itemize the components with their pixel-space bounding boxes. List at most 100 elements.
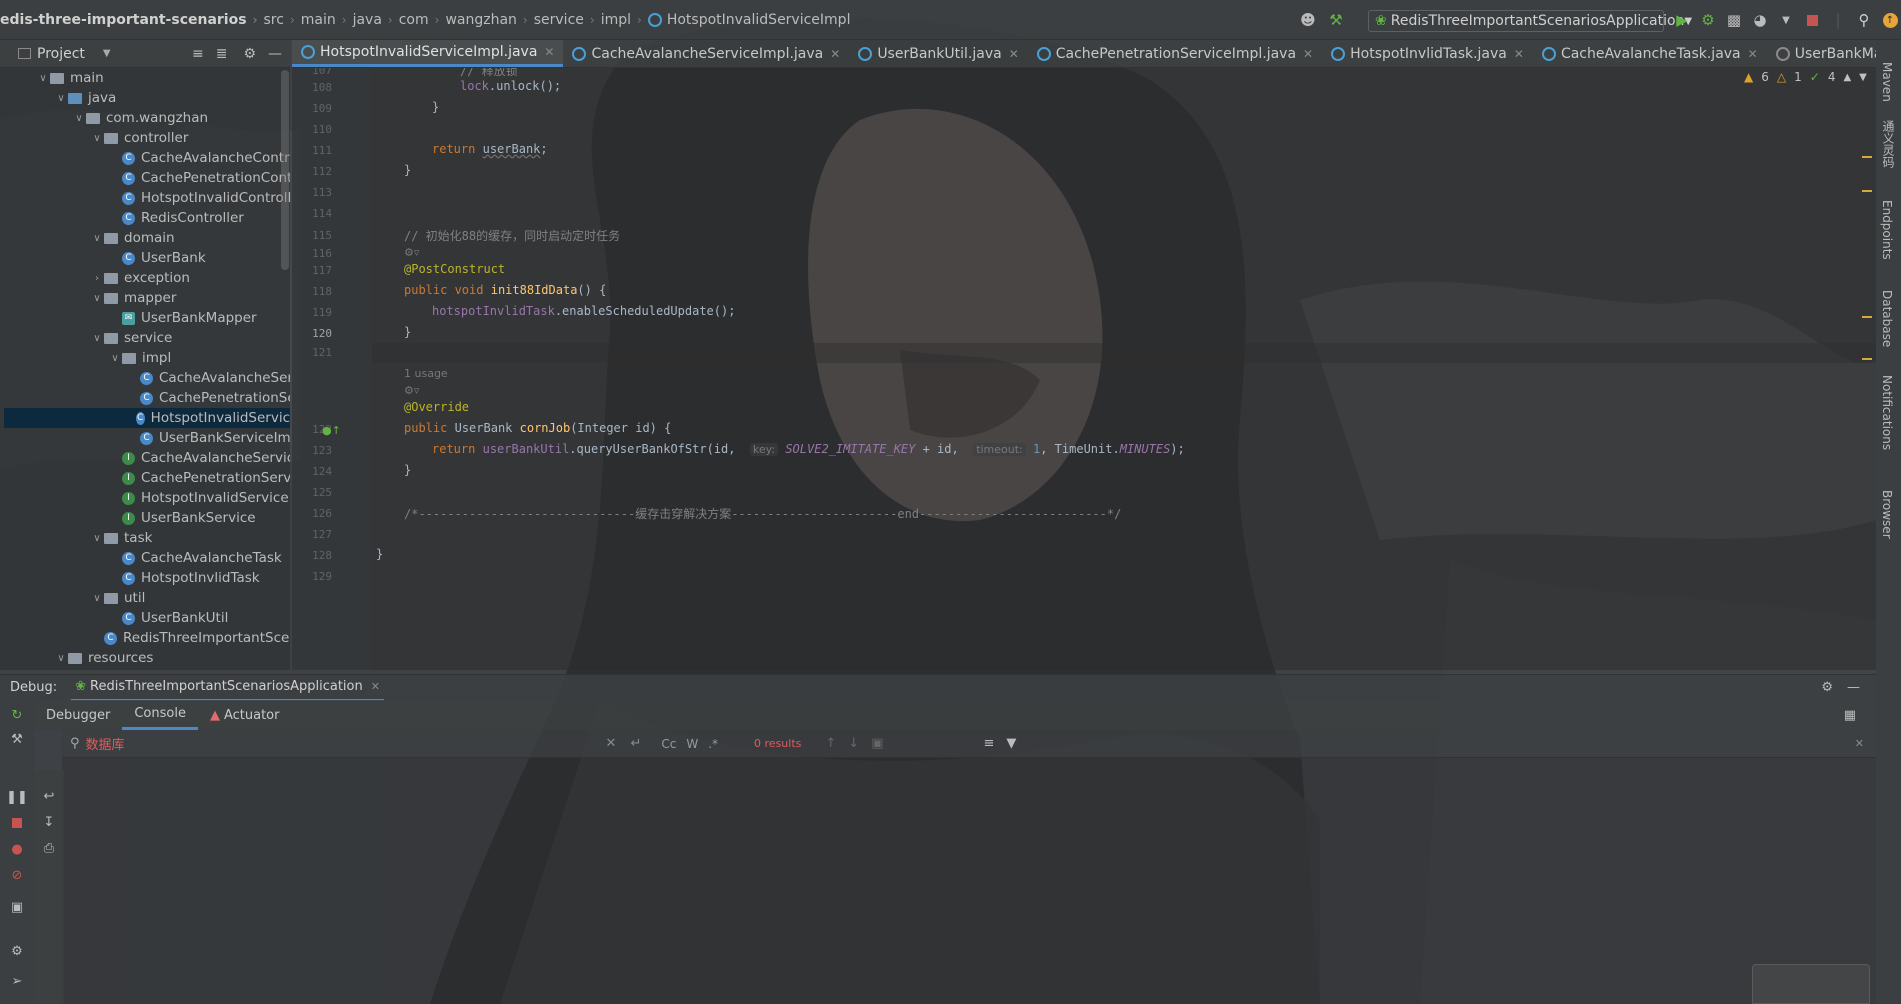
close-icon[interactable]: ✕ — [1855, 737, 1864, 750]
chevron-up-icon[interactable]: ▲ — [1843, 72, 1851, 83]
regex-toggle[interactable]: .* — [708, 737, 718, 751]
tool-browser[interactable]: Browser — [1880, 490, 1894, 539]
gear-icon[interactable]: ⚙ — [9, 943, 25, 959]
tree-item[interactable]: C CachePenetrationContr — [0, 168, 290, 188]
error-stripe-mark[interactable] — [1862, 190, 1872, 192]
build-hammer-icon[interactable]: ⚒ — [1324, 8, 1348, 32]
chevron-down-icon[interactable]: ▼ — [1774, 8, 1798, 32]
soft-wrap-icon[interactable]: ↩ — [41, 788, 57, 804]
tree-item[interactable]: C HotspotInvlidTask — [0, 568, 260, 588]
chevron-down-icon[interactable]: ∨ — [72, 113, 86, 124]
close-icon[interactable]: ✕ — [371, 680, 380, 693]
tree-item[interactable]: I CacheAvalancheService — [0, 448, 290, 468]
tree-item[interactable]: ∨ impl — [0, 348, 171, 368]
minimize-icon[interactable]: — — [1847, 680, 1860, 695]
stop-icon[interactable] — [9, 815, 25, 831]
tree-item[interactable]: I UserBankService — [0, 508, 256, 528]
tool-database[interactable]: Database — [1880, 290, 1894, 347]
breadcrumb-item[interactable]: java › — [353, 12, 399, 28]
floating-panel[interactable] — [1752, 964, 1870, 1004]
words-toggle[interactable]: W — [686, 737, 698, 751]
chevron-down-icon[interactable]: ∨ — [90, 293, 104, 304]
close-icon[interactable]: ✕ — [1303, 47, 1313, 61]
breadcrumb-item[interactable]: com › — [399, 12, 446, 28]
tree-item[interactable]: ∨com.wangzhan.mapper — [0, 668, 265, 670]
breadcrumb-item[interactable]: impl › — [601, 12, 648, 28]
tree-item[interactable]: ∨ service — [0, 328, 172, 348]
tree-item[interactable]: ∨ resources — [0, 648, 153, 668]
implements-gutter-icon[interactable]: ●↑ — [322, 424, 341, 437]
expand-all-icon[interactable]: ≣ — [216, 46, 228, 62]
chevron-down-icon[interactable]: ∨ — [90, 333, 104, 344]
tree-item[interactable]: C UserBankServiceImp — [0, 428, 290, 448]
tree-item[interactable]: ∨ com.wangzhan — [0, 108, 208, 128]
tree-item[interactable]: ∨ controller — [0, 128, 188, 148]
scroll-to-end-icon[interactable]: ↧ — [41, 814, 57, 830]
view-breakpoints-icon[interactable]: ● — [9, 841, 25, 857]
search-input[interactable]: 数据库 — [86, 734, 606, 753]
camera-icon[interactable]: ▣ — [9, 899, 25, 915]
minimize-icon[interactable]: — — [268, 46, 282, 62]
console-output[interactable] — [62, 758, 1876, 1004]
breadcrumb-item[interactable]: wangzhan › — [445, 12, 533, 28]
editor-tab[interactable]: CacheAvalancheServiceImpl.java ✕ — [563, 40, 849, 67]
tree-item[interactable]: › exception — [0, 268, 190, 288]
filter-options-icon[interactable]: ≡ — [984, 736, 995, 751]
next-occurrence-icon[interactable]: ↓ — [848, 736, 859, 751]
tree-item[interactable]: ∨ util — [0, 588, 145, 608]
project-panel-title[interactable]: Project — [37, 46, 85, 62]
previous-occurrence-icon[interactable]: ↑ — [825, 736, 836, 751]
chevron-down-icon[interactable]: ∨ — [108, 353, 122, 364]
tree-item[interactable]: ∨ main — [0, 68, 103, 88]
chevron-down-icon[interactable]: ∨ — [90, 133, 104, 144]
error-stripe-mark[interactable] — [1862, 156, 1872, 158]
select-all-icon[interactable]: ▣ — [871, 736, 883, 751]
chevron-down-icon[interactable]: ∨ — [54, 93, 68, 104]
tree-item[interactable]: C CachePenetrationSe — [0, 388, 290, 408]
editor-tab[interactable]: HotspotInvlidTask.java ✕ — [1322, 40, 1533, 67]
close-icon[interactable]: ✕ — [1009, 47, 1019, 61]
rerun-icon[interactable]: ↻ — [9, 707, 25, 723]
chevron-down-icon[interactable]: ∨ — [36, 73, 50, 84]
chevron-down-icon[interactable]: ∨ — [90, 593, 104, 604]
layout-icon[interactable]: ▦ — [1844, 708, 1856, 723]
close-icon[interactable]: ✕ — [1748, 47, 1758, 61]
tree-item[interactable]: C UserBank — [0, 248, 206, 268]
tool-maven[interactable]: Maven — [1880, 62, 1894, 102]
pause-icon[interactable]: ❚❚ — [6, 789, 28, 805]
profiler-icon[interactable]: ◕ — [1748, 8, 1772, 32]
close-icon[interactable]: ✕ — [544, 45, 554, 59]
update-icon[interactable]: ↑ — [1878, 8, 1901, 32]
tree-item[interactable]: C RedisController — [0, 208, 244, 228]
usage-count-label[interactable]: 1 usage — [404, 366, 448, 380]
chevron-down-icon[interactable]: ∨ — [90, 533, 104, 544]
editor-tab[interactable]: CachePenetrationServiceImpl.java ✕ — [1028, 40, 1322, 67]
clear-icon[interactable]: ✕ — [606, 736, 617, 751]
filter-icon[interactable]: ▼ — [1006, 736, 1016, 751]
gear-icon[interactable]: ⚙ — [1821, 680, 1833, 695]
tree-item[interactable]: C HotspotInvalidServic — [4, 408, 290, 428]
breadcrumb-item[interactable]: main › — [301, 12, 353, 28]
code-lens-icons[interactable]: ⚙▿ — [404, 383, 419, 397]
breadcrumb-item[interactable]: service › — [534, 12, 601, 28]
tool-tongyi[interactable]: 通义灵码 — [1880, 120, 1897, 168]
editor-tab[interactable]: HotspotInvalidServiceImpl.java ✕ — [292, 40, 564, 67]
breadcrumb-item[interactable]: src › — [264, 12, 301, 28]
tree-item[interactable]: ∨ task — [0, 528, 152, 548]
tree-item[interactable]: ✉ UserBankMapper — [0, 308, 257, 328]
new-line-icon[interactable]: ↵ — [630, 736, 641, 751]
pin-icon[interactable]: ➢ — [9, 973, 25, 989]
tree-item[interactable]: I CachePenetrationServic — [0, 468, 290, 488]
tree-scrollbar[interactable] — [281, 70, 289, 270]
tab-debugger[interactable]: Debugger — [34, 700, 122, 730]
breadcrumb-item[interactable]: edis-three-important-scenarios › — [0, 12, 264, 28]
chevron-down-icon[interactable]: ∨ — [54, 653, 68, 664]
debug-session-tab[interactable]: ❀ RedisThreeImportantScenariosApplicatio… — [71, 675, 384, 701]
tree-item[interactable]: C HotspotInvalidControlle — [0, 188, 290, 208]
stop-icon[interactable] — [1800, 8, 1824, 32]
code-lens-icons[interactable]: ⚙▿ — [404, 245, 419, 259]
chevron-right-icon[interactable]: › — [90, 273, 104, 284]
gear-icon[interactable]: ⚙ — [243, 46, 256, 62]
chevron-down-icon[interactable]: ∨ — [90, 233, 104, 244]
breadcrumb-item[interactable]: HotspotInvalidServiceImpl — [647, 12, 850, 28]
